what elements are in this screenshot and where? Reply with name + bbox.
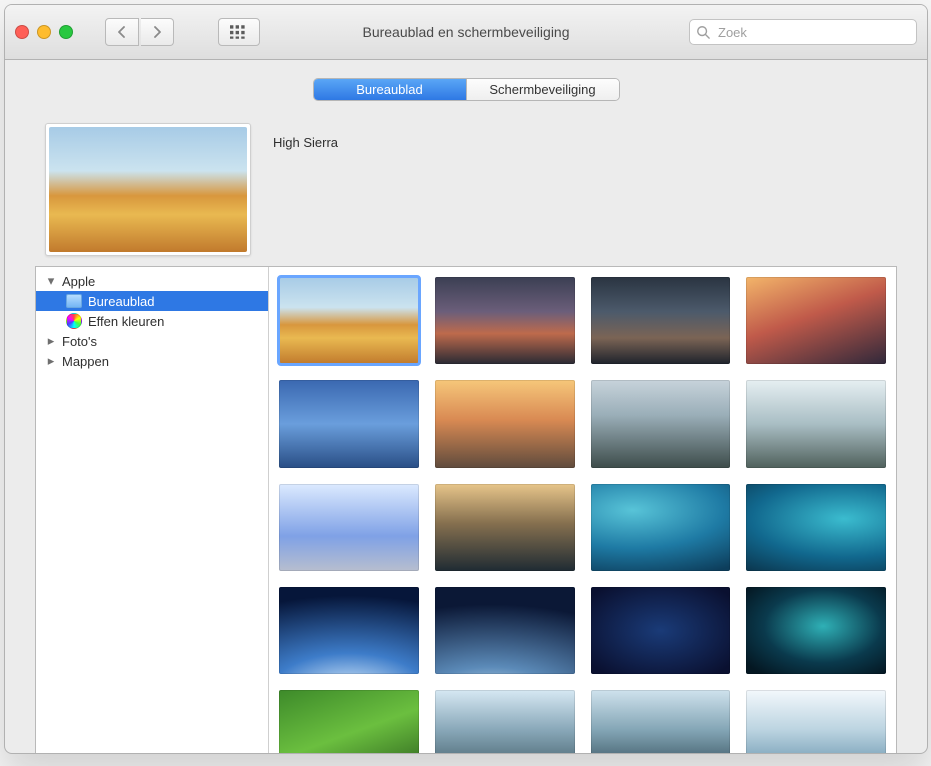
tree-node-desktop-pictures[interactable]: Bureaublad [36,291,268,311]
tree-node-solid-colors[interactable]: Effen kleuren [36,311,268,331]
wallpaper-image [49,127,247,252]
wallpaper-thumb[interactable] [591,484,731,571]
disclosure-triangle-icon: ▸ [46,353,56,369]
current-wallpaper-name: High Sierra [273,135,338,150]
chevron-right-icon [151,26,163,38]
wallpaper-thumb[interactable] [279,690,419,754]
content: Bureaublad Schermbeveiliging High Sierra… [5,60,927,754]
disclosure-triangle-icon: ▸ [46,333,56,349]
wallpaper-thumb[interactable] [435,277,575,364]
source-split: ▾ Apple Bureaublad Effen kleuren [35,266,897,754]
search-input[interactable] [716,24,910,41]
zoom-window-button[interactable] [59,25,73,39]
wallpaper-thumb[interactable] [591,277,731,364]
forward-button[interactable] [141,18,174,46]
wallpaper-thumb[interactable] [435,690,575,754]
wallpaper-thumb[interactable] [279,380,419,467]
chevron-left-icon [116,26,128,38]
wallpaper-thumb[interactable] [746,690,886,754]
tab-desktop[interactable]: Bureaublad [314,79,467,100]
wallpaper-thumb[interactable] [746,380,886,467]
tree-node-apple[interactable]: ▾ Apple [36,271,268,291]
source-sidebar[interactable]: ▾ Apple Bureaublad Effen kleuren [36,267,269,754]
tab-bar: Bureaublad Schermbeveiliging [35,78,897,101]
titlebar: Bureaublad en schermbeveiliging [5,5,927,60]
tree-label: Foto's [62,334,97,349]
folder-icon [66,293,82,309]
wallpaper-thumb[interactable] [591,690,731,754]
wallpaper-thumb[interactable] [435,484,575,571]
wallpaper-thumb[interactable] [435,587,575,674]
grid-icon [230,25,248,39]
minimize-window-button[interactable] [37,25,51,39]
tree-node-photos[interactable]: ▸ Foto's [36,331,268,351]
tab-screensaver[interactable]: Schermbeveiliging [467,79,619,100]
wallpaper-thumb[interactable] [591,587,731,674]
tree-label: Effen kleuren [88,314,164,329]
current-wallpaper-thumb[interactable] [45,123,251,256]
color-wheel-icon [66,313,82,329]
wallpaper-thumb[interactable] [279,587,419,674]
tree-label: Apple [62,274,95,289]
prefs-window: Bureaublad en schermbeveiliging Bureaubl… [4,4,928,754]
window-controls [15,25,73,39]
wallpaper-grid-scroll[interactable] [269,267,896,754]
close-window-button[interactable] [15,25,29,39]
wallpaper-thumb[interactable] [591,380,731,467]
wallpaper-thumb[interactable] [746,277,886,364]
search-icon [696,25,710,39]
wallpaper-thumb[interactable] [435,380,575,467]
wallpaper-grid [279,277,886,754]
tree-node-folders[interactable]: ▸ Mappen [36,351,268,371]
source-tree: ▾ Apple Bureaublad Effen kleuren [36,267,268,375]
wallpaper-thumb[interactable] [279,484,419,571]
tree-label: Bureaublad [88,294,155,309]
nav-buttons [105,18,174,46]
disclosure-triangle-icon: ▾ [46,273,56,289]
search-field[interactable] [689,19,917,45]
tree-label: Mappen [62,354,109,369]
wallpaper-thumb[interactable] [746,587,886,674]
wallpaper-thumb[interactable] [279,277,419,364]
show-all-prefs-button[interactable] [218,18,260,46]
current-wallpaper: High Sierra [45,123,897,256]
segmented-control: Bureaublad Schermbeveiliging [313,78,620,101]
back-button[interactable] [105,18,139,46]
wallpaper-thumb[interactable] [746,484,886,571]
